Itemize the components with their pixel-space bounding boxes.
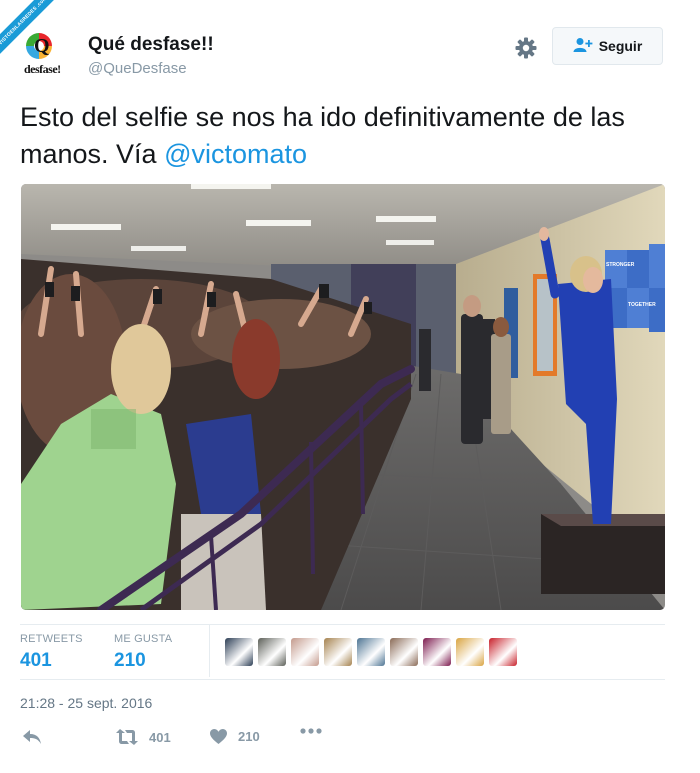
mention-link[interactable]: @victomato <box>164 139 307 169</box>
retweet-icon <box>115 728 139 746</box>
author-name[interactable]: Qué desfase!! <box>88 34 214 56</box>
liker-avatars <box>225 638 517 666</box>
liker-avatar[interactable] <box>390 638 418 666</box>
retweets-count: 401 <box>20 650 52 671</box>
liker-avatar[interactable] <box>291 638 319 666</box>
liker-avatar[interactable] <box>456 638 484 666</box>
sign-text: TOGETHER <box>628 302 656 308</box>
tweet-stats: RETWEETS 401 ME GUSTA 210 <box>20 624 665 680</box>
liker-avatar[interactable] <box>324 638 352 666</box>
likes-stat[interactable]: ME GUSTA 210 <box>114 633 172 672</box>
reply-button[interactable] <box>22 728 42 746</box>
add-user-icon <box>573 37 593 56</box>
retweets-label: RETWEETS <box>20 633 83 645</box>
liker-avatar[interactable] <box>357 638 385 666</box>
liker-avatar[interactable] <box>258 638 286 666</box>
avatar-logo-text: desfase! <box>24 62 61 76</box>
retweet-count: 401 <box>149 729 171 745</box>
likes-count: 210 <box>114 650 146 671</box>
reply-icon <box>22 728 42 746</box>
liker-avatar[interactable] <box>225 638 253 666</box>
stats-divider <box>209 625 210 677</box>
avatar-logo-letter: Q <box>34 35 50 57</box>
author-handle[interactable]: @QueDesfase <box>88 60 187 77</box>
retweets-stat[interactable]: RETWEETS 401 <box>20 633 83 672</box>
follow-button[interactable]: Seguir <box>552 27 663 65</box>
tweet-text: Esto del selfie se nos ha ido definitiva… <box>20 99 660 173</box>
follow-button-label: Seguir <box>598 38 643 54</box>
tweet-timestamp[interactable]: 21:28 - 25 sept. 2016 <box>20 695 152 711</box>
retweet-button[interactable]: 401 <box>115 728 171 746</box>
liker-avatar[interactable] <box>489 638 517 666</box>
tweet-actions: 401 210 <box>20 728 665 756</box>
more-button[interactable] <box>300 728 322 734</box>
like-button[interactable]: 210 <box>209 728 260 745</box>
liker-avatar[interactable] <box>423 638 451 666</box>
sign-text: STRONGER <box>606 262 635 268</box>
tweet-photo[interactable]: STRONGER TOGETHER <box>21 184 665 610</box>
likes-label: ME GUSTA <box>114 633 173 645</box>
tweet-body: Esto del selfie se nos ha ido definitiva… <box>20 102 625 169</box>
heart-icon <box>209 728 228 745</box>
more-icon <box>300 728 322 734</box>
gear-icon[interactable] <box>514 36 538 60</box>
avatar[interactable]: Q desfase! <box>20 30 72 80</box>
like-count: 210 <box>238 729 260 744</box>
